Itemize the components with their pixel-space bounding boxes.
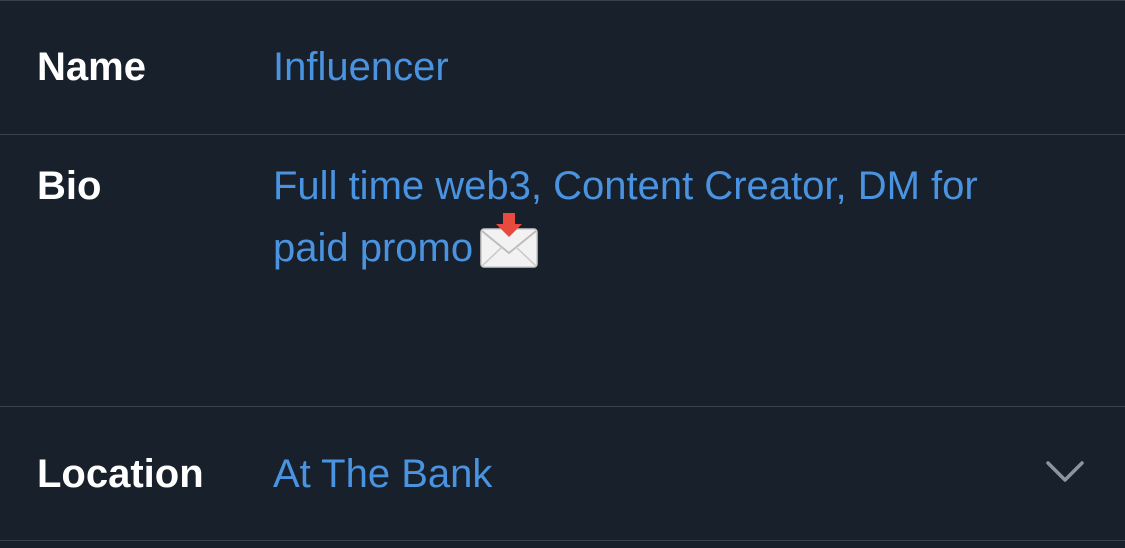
divider bbox=[0, 540, 1125, 541]
bio-row[interactable]: Bio Full time web3, Content Creator, DM … bbox=[0, 135, 1125, 406]
bio-text-line-2: paid promo bbox=[273, 213, 1083, 275]
location-label: Location bbox=[37, 452, 204, 496]
envelope-with-arrow-icon bbox=[480, 213, 538, 268]
name-row[interactable]: Name Influencer bbox=[0, 1, 1125, 134]
location-field[interactable]: At The Bank bbox=[273, 447, 492, 501]
bio-text-line-1: Full time web3, Content Creator, DM for bbox=[273, 164, 978, 208]
bio-text-line-2-text: paid promo bbox=[273, 226, 474, 270]
location-row[interactable]: Location At The Bank bbox=[0, 407, 1125, 540]
chevron-down-icon[interactable] bbox=[1045, 459, 1085, 485]
bio-field[interactable]: Full time web3, Content Creator, DM for … bbox=[273, 159, 1083, 275]
bio-label: Bio bbox=[37, 164, 102, 208]
name-field[interactable]: Influencer bbox=[273, 40, 449, 94]
name-label: Name bbox=[37, 45, 146, 89]
